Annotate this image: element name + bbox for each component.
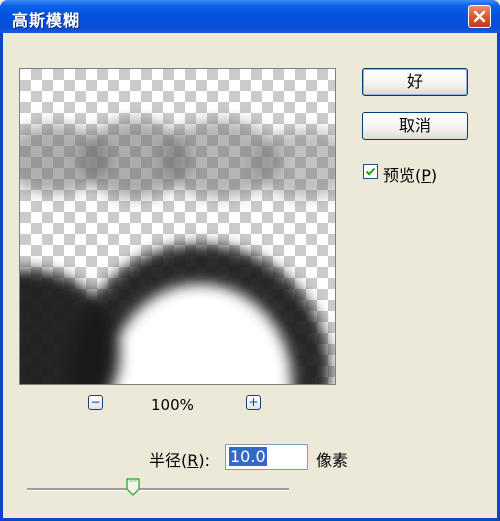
close-button[interactable] [468,5,491,28]
preview-label-key: P [421,166,431,185]
checkmark-icon [365,167,376,176]
preview-label[interactable]: 预览(P) [383,162,437,186]
radius-label: 半径(R): [149,447,210,471]
title-bar[interactable]: 高斯模糊 [0,0,500,33]
zoom-out-button[interactable]: − [88,395,103,410]
radius-value: 10.0 [229,447,267,466]
zoom-level: 100% [151,396,194,414]
ok-button[interactable]: 好 [362,68,468,96]
gaussian-blur-dialog: 高斯模糊 − 100% + 好 取消 预览(P) 半径(R): 10.0 像素 [0,0,500,521]
zoom-in-icon: + [248,395,259,409]
preview-label-prefix: 预览( [383,166,422,185]
zoom-in-button[interactable]: + [246,395,261,410]
dialog-title: 高斯模糊 [12,11,81,30]
blurred-content [20,69,335,384]
zoom-out-icon: − [90,395,101,409]
preview-label-suffix: ) [430,166,438,185]
radius-slider-track[interactable] [27,488,289,491]
radius-label-key: R [187,451,199,470]
slider-thumb-icon[interactable] [126,478,140,496]
unit-label: 像素 [316,451,349,470]
preview-checkbox[interactable] [363,164,378,179]
radius-label-prefix: 半径( [149,451,188,470]
radius-label-suffix: ): [198,451,211,470]
cancel-button[interactable]: 取消 [362,112,468,140]
preview-image[interactable] [19,68,336,385]
radius-input[interactable]: 10.0 [225,444,308,470]
close-icon [473,10,486,23]
